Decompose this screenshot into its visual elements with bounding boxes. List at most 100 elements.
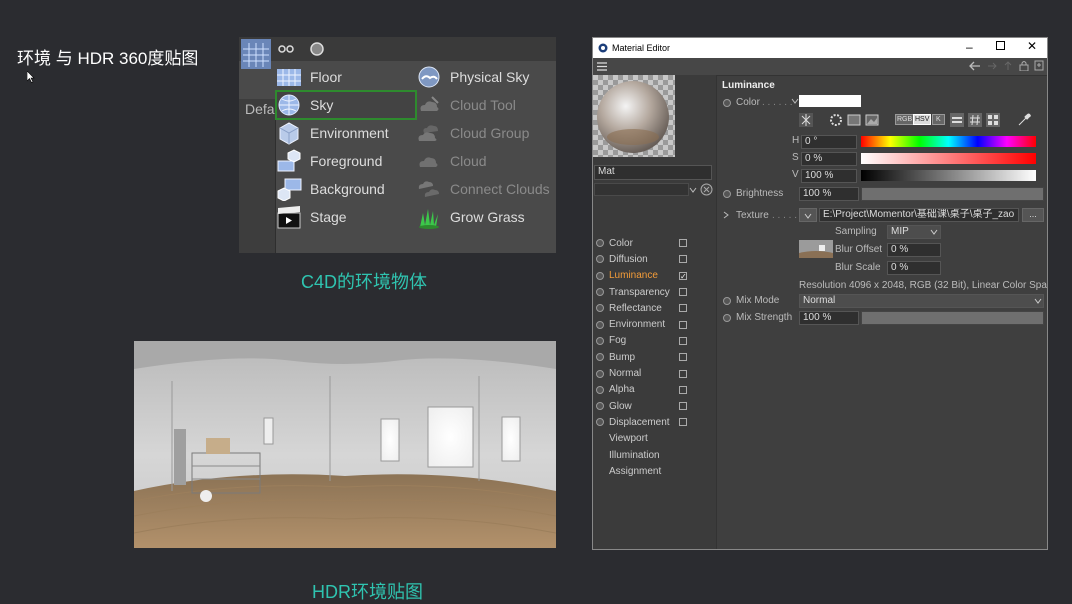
up-arrow-icon[interactable] xyxy=(1003,61,1013,71)
channel-item[interactable]: Viewport xyxy=(593,431,716,447)
channel-checkbox[interactable] xyxy=(679,336,687,345)
channel-dot xyxy=(596,369,604,378)
picture-mode-icon[interactable] xyxy=(865,113,879,127)
channel-checkbox[interactable] xyxy=(679,304,687,313)
menu-item-cloud-tool[interactable]: Cloud Tool xyxy=(416,91,556,119)
link-channels-icon[interactable] xyxy=(700,183,713,196)
hue-slider[interactable] xyxy=(861,136,1036,147)
channel-item[interactable]: Displacement xyxy=(593,414,716,430)
channel-item[interactable]: Alpha xyxy=(593,382,716,398)
new-window-icon[interactable] xyxy=(1034,60,1044,71)
chevron-down-icon[interactable] xyxy=(689,184,697,196)
channel-item[interactable]: Transparency xyxy=(593,284,716,300)
value-slider[interactable] xyxy=(861,170,1036,181)
channel-item[interactable]: Color xyxy=(593,235,716,251)
channel-checkbox[interactable] xyxy=(679,385,687,394)
spectrum-mode-icon[interactable] xyxy=(829,113,843,127)
channel-filter-field[interactable] xyxy=(594,183,689,196)
saturation-slider[interactable] xyxy=(861,153,1036,164)
channel-checkbox[interactable] xyxy=(679,369,687,378)
binoculars-icon[interactable] xyxy=(277,43,297,55)
channel-item[interactable]: Environment xyxy=(593,316,716,332)
channel-checkbox[interactable] xyxy=(679,320,687,329)
color-mixer-icon[interactable] xyxy=(950,113,964,127)
channel-item[interactable]: Illumination xyxy=(593,447,716,463)
hsv-mode-button[interactable]: HSV xyxy=(913,114,932,125)
menu-item-sky[interactable]: Sky xyxy=(275,90,417,120)
menu-item-physical-sky[interactable]: Physical Sky xyxy=(416,63,556,91)
default-tab-label[interactable]: Defa xyxy=(245,101,275,117)
forward-arrow-icon[interactable] xyxy=(987,61,997,71)
channel-item[interactable]: Fog xyxy=(593,333,716,349)
channel-checkbox[interactable] xyxy=(679,353,687,362)
mix-strength-label: Mix Strength xyxy=(736,312,793,323)
channel-item[interactable]: Reflectance xyxy=(593,300,716,316)
lens-icon[interactable] xyxy=(309,41,325,57)
mix-strength-keyframe-dot[interactable] xyxy=(723,314,731,322)
texture-thumbnail[interactable] xyxy=(799,240,833,258)
channel-item[interactable]: Bump xyxy=(593,349,716,365)
material-preview-sphere[interactable] xyxy=(593,75,675,157)
menu-item-grow-grass[interactable]: Grow Grass xyxy=(416,203,556,231)
minimize-button[interactable]: – xyxy=(966,40,973,54)
channel-item[interactable]: Normal xyxy=(593,365,716,381)
hamburger-menu-icon[interactable] xyxy=(597,62,607,71)
hex-mode-icon[interactable] xyxy=(968,113,982,127)
floor-toolbar-icon[interactable] xyxy=(241,39,271,69)
channel-dot xyxy=(596,402,604,411)
blur-scale-field[interactable]: 0 % xyxy=(887,261,941,275)
texture-path-field[interactable]: E:\Project\Momentor\基础课\桌子\桌子_zao xyxy=(819,208,1019,222)
close-button[interactable]: ✕ xyxy=(1027,39,1037,53)
chevron-down-icon[interactable] xyxy=(791,97,799,105)
channel-checkbox[interactable] xyxy=(679,418,687,427)
texture-menu-button[interactable] xyxy=(799,208,817,222)
image-mode-icon[interactable] xyxy=(847,113,861,127)
maximize-button[interactable] xyxy=(996,41,1005,50)
channel-item[interactable]: Glow xyxy=(593,398,716,414)
mix-strength-field[interactable]: 100 % xyxy=(799,311,859,325)
menu-item-stage[interactable]: Stage xyxy=(276,203,416,231)
kelvin-mode-button[interactable]: K xyxy=(932,114,945,125)
menu-item-foreground[interactable]: Foreground xyxy=(276,147,416,175)
blur-offset-field[interactable]: 0 % xyxy=(887,243,941,257)
menu-item-cloud-group[interactable]: Cloud Group xyxy=(416,119,556,147)
channel-checkbox[interactable] xyxy=(679,402,687,411)
menu-item-environment[interactable]: Environment xyxy=(276,119,416,147)
swatch-grid-icon[interactable] xyxy=(986,113,1000,127)
menu-item-label: Background xyxy=(310,181,385,197)
menu-item-connect-clouds[interactable]: Connect Clouds xyxy=(416,175,556,203)
channel-checkbox[interactable] xyxy=(679,288,687,297)
sampling-select[interactable]: MIP xyxy=(887,225,941,239)
mix-mode-keyframe-dot[interactable] xyxy=(723,297,731,305)
back-arrow-icon[interactable] xyxy=(969,61,981,71)
menu-item-cloud[interactable]: Cloud xyxy=(416,147,556,175)
chevron-right-icon[interactable] xyxy=(722,211,730,219)
saturation-field[interactable]: 0 % xyxy=(801,152,857,166)
c4d-side-panel xyxy=(239,99,275,253)
menu-item-floor[interactable]: Floor xyxy=(276,63,416,91)
rgb-mode-button[interactable]: RGB xyxy=(895,114,915,125)
texture-browse-button[interactable]: ... xyxy=(1022,208,1044,222)
color-wheel-mode-icon[interactable] xyxy=(799,113,813,127)
c4d-menu-toolbar xyxy=(239,37,556,69)
color-swatch[interactable] xyxy=(799,95,861,107)
channel-item[interactable]: Assignment xyxy=(593,463,716,479)
material-name-field[interactable]: Mat xyxy=(594,165,712,180)
mix-mode-select[interactable]: Normal xyxy=(799,294,1044,308)
channel-item[interactable]: Diffusion xyxy=(593,251,716,267)
channel-checkbox[interactable] xyxy=(679,239,687,248)
lock-icon[interactable] xyxy=(1019,60,1029,71)
brightness-field[interactable]: 100 % xyxy=(799,187,859,201)
color-keyframe-dot[interactable] xyxy=(723,99,731,107)
menu-item-background[interactable]: Background xyxy=(276,175,416,203)
channel-checkbox[interactable]: ✓ xyxy=(679,271,687,280)
mix-strength-slider[interactable] xyxy=(861,311,1044,325)
channel-dot xyxy=(596,336,604,345)
value-field[interactable]: 100 % xyxy=(801,169,857,183)
channel-item[interactable]: Luminance ✓ xyxy=(593,268,716,284)
eyedropper-icon[interactable] xyxy=(1017,113,1031,127)
hue-field[interactable]: 0 ° xyxy=(801,135,857,149)
brightness-slider[interactable] xyxy=(861,187,1044,201)
brightness-keyframe-dot[interactable] xyxy=(723,190,731,198)
channel-checkbox[interactable] xyxy=(679,255,687,264)
